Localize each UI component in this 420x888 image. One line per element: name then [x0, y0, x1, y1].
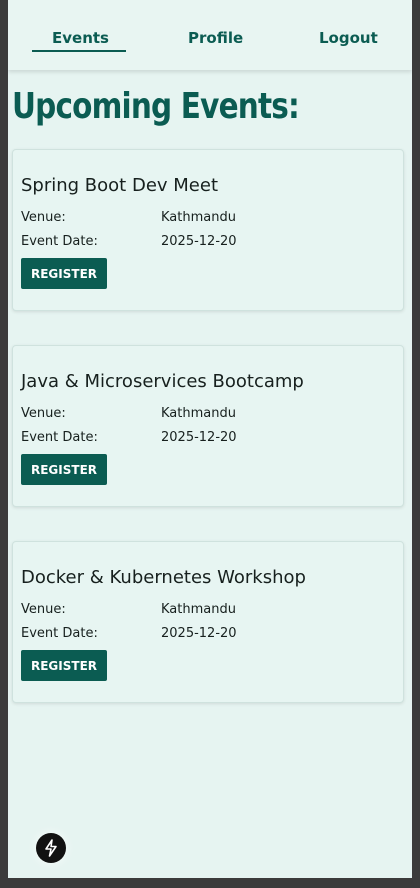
event-date-label: Event Date: — [21, 626, 98, 641]
active-nav-underline — [32, 50, 126, 52]
event-date-label: Event Date: — [21, 234, 98, 249]
nav-item-events[interactable]: Events — [52, 29, 109, 47]
app-viewport: Events Profile Logout Upcoming Events: S… — [8, 0, 412, 878]
devtools-button[interactable] — [36, 833, 66, 863]
event-date-label: Event Date: — [21, 430, 98, 445]
venue-label: Venue: — [21, 406, 66, 421]
event-date-value: 2025-12-20 — [161, 234, 237, 249]
venue-label: Venue: — [21, 602, 66, 617]
top-navbar: Events Profile Logout — [8, 0, 412, 70]
event-title: Spring Boot Dev Meet — [21, 175, 219, 196]
nav-item-profile[interactable]: Profile — [188, 29, 243, 47]
venue-value: Kathmandu — [161, 210, 236, 225]
event-title: Java & Microservices Bootcamp — [21, 371, 304, 392]
event-card: Docker & Kubernetes Workshop Venue: Kath… — [12, 541, 404, 703]
venue-label: Venue: — [21, 210, 66, 225]
event-date-value: 2025-12-20 — [161, 626, 237, 641]
register-button[interactable]: REGISTER — [21, 258, 107, 289]
page-title: Upcoming Events: — [12, 86, 300, 127]
venue-value: Kathmandu — [161, 602, 236, 617]
event-card: Spring Boot Dev Meet Venue: Kathmandu Ev… — [12, 149, 404, 311]
event-date-value: 2025-12-20 — [161, 430, 237, 445]
event-title: Docker & Kubernetes Workshop — [21, 567, 306, 588]
event-card: Java & Microservices Bootcamp Venue: Kat… — [12, 345, 404, 507]
venue-value: Kathmandu — [161, 406, 236, 421]
register-button[interactable]: REGISTER — [21, 454, 107, 485]
register-button[interactable]: REGISTER — [21, 650, 107, 681]
nav-item-logout[interactable]: Logout — [319, 29, 378, 47]
lightning-bolt-icon — [45, 839, 57, 857]
